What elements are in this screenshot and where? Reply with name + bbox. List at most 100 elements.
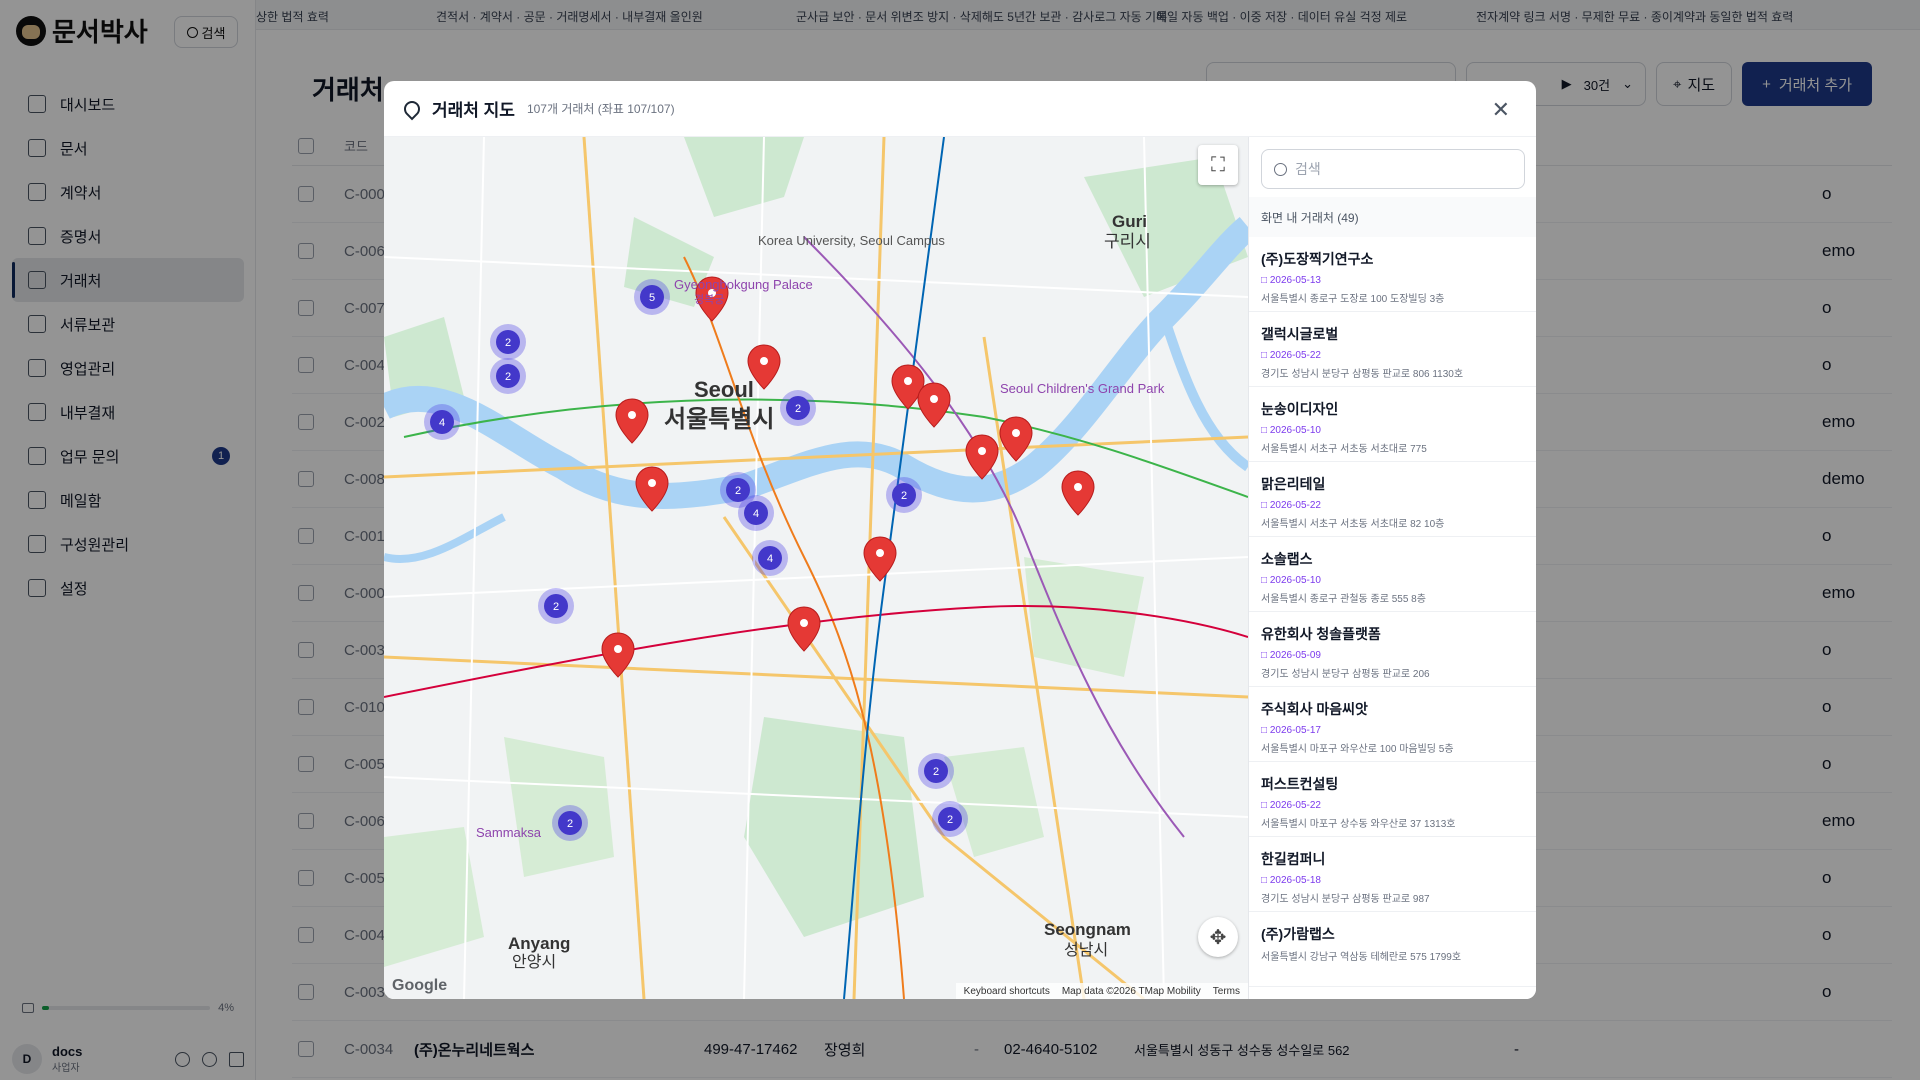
map-cluster[interactable]: 4 <box>752 540 788 576</box>
client-list-item[interactable]: 소솔랩스 □ 2026-05-10 서울특별시 종로구 관철동 종로 555 8층 <box>1249 537 1536 612</box>
client-name: 갤럭시글로벌 <box>1261 326 1339 342</box>
client-list: (주)도장찍기연구소 □ 2026-05-13 서울특별시 종로구 도장로 100 … <box>1249 237 1536 999</box>
map-cluster[interactable]: 2 <box>552 805 588 841</box>
calendar-icon: □ <box>1261 275 1270 286</box>
map-label-palace: Gyeongbokgung Palace <box>674 277 813 292</box>
map-cluster[interactable]: 2 <box>918 753 954 789</box>
map-cluster-count: 5 <box>649 292 655 304</box>
client-name: (주)도장찍기연구소 <box>1261 251 1374 267</box>
map-cluster[interactable]: 5 <box>634 279 670 315</box>
client-date-value: 2026-05-10 <box>1269 575 1321 586</box>
map-cluster[interactable]: 2 <box>780 390 816 426</box>
map-cluster-count: 2 <box>505 337 511 349</box>
map-cluster[interactable]: 2 <box>932 801 968 837</box>
client-list-item[interactable]: (주)꿈터서비스 <box>1249 987 1536 999</box>
client-name: (주)가람랩스 <box>1261 926 1335 942</box>
map-label-anyang-en: Anyang <box>508 934 570 953</box>
client-list-item[interactable]: 주식회사 마음씨앗 □ 2026-05-17 서울특별시 마포구 와우산로 100 … <box>1249 687 1536 762</box>
map-cluster-count: 2 <box>933 766 939 778</box>
client-name: 주식회사 마음씨앗 <box>1261 701 1368 717</box>
map-cluster-count: 2 <box>553 601 559 613</box>
terms-link[interactable]: Terms <box>1213 986 1240 997</box>
client-name: 눈송이디자인 <box>1261 401 1339 417</box>
client-address: 서울특별시 마포구 와우산로 100 마음빌딩 5층 <box>1261 744 1454 755</box>
client-list-item[interactable]: (주)도장찍기연구소 □ 2026-05-13 서울특별시 종로구 도장로 100 … <box>1249 237 1536 312</box>
search-icon <box>1274 162 1287 176</box>
client-date: □ 2026-05-10 <box>1261 575 1525 586</box>
map-attribution: Keyboard shortcuts Map data ©2026 TMap M… <box>955 983 1248 999</box>
client-date-value: 2026-05-22 <box>1269 500 1321 511</box>
map-svg: 522422442222 2 Seoul 서울특별시 Guri 구리시 Anyan… <box>384 137 1248 999</box>
client-date: □ 2026-05-22 <box>1261 800 1525 811</box>
calendar-icon: □ <box>1261 425 1270 436</box>
map-label-seoul-en: Seoul <box>694 377 754 402</box>
client-address: 서울특별시 마포구 상수동 와우산로 37 1313호 <box>1261 819 1456 830</box>
map-cluster[interactable]: 4 <box>738 495 774 531</box>
map-label-anyang-ko: 안양시 <box>512 952 556 971</box>
client-date: □ 2026-05-09 <box>1261 650 1525 661</box>
map-cluster-count: 2 <box>505 371 511 383</box>
map-label-seoul-ko: 서울특별시 <box>664 405 774 433</box>
map-cluster[interactable]: 2 <box>490 324 526 360</box>
map-data-label: Map data ©2026 TMap Mobility <box>1061 985 1201 997</box>
panel-search-input[interactable]: 검색 <box>1261 149 1525 189</box>
map-cluster-count: 4 <box>439 417 445 429</box>
map-label-sammaksa: Sammaksa <box>476 825 542 840</box>
client-address: 서울특별시 종로구 도장로 100 도장빌딩 3층 <box>1261 294 1445 305</box>
map-cluster-count: 2 <box>735 485 741 497</box>
map-pin-icon <box>400 97 424 120</box>
calendar-icon: □ <box>1261 650 1270 661</box>
map-cluster[interactable]: 2 <box>538 588 574 624</box>
client-date-value: 2026-05-18 <box>1269 875 1321 886</box>
client-name: 퍼스트컨설팅 <box>1261 776 1339 792</box>
fullscreen-icon[interactable]: ⛶ <box>1198 145 1238 185</box>
client-date-value: 2026-05-13 <box>1269 275 1321 286</box>
modal-subtitle: 107개 거래처 (좌표 107/107) <box>526 102 675 116</box>
map-label-children-park: Seoul Children's Grand Park <box>1000 381 1165 396</box>
calendar-icon: □ <box>1261 575 1270 586</box>
client-list-item[interactable]: 눈송이디자인 □ 2026-05-10 서울특별시 서초구 서초동 서초대로 775 <box>1249 387 1536 462</box>
map-cluster[interactable]: 4 <box>424 404 460 440</box>
client-name: 유한회사 청솔플랫폼 <box>1261 626 1381 642</box>
client-address: 경기도 성남시 분당구 삼평동 판교로 206 <box>1261 669 1430 680</box>
client-list-item[interactable]: 맑은리테일 □ 2026-05-22 서울특별시 서초구 서초동 서초대로 82 1… <box>1249 462 1536 537</box>
calendar-icon: □ <box>1261 500 1270 511</box>
visible-client-count: 화면 내 거래처 (49) <box>1249 197 1536 237</box>
keyboard-shortcuts-link[interactable]: Keyboard shortcuts <box>964 986 1050 997</box>
client-date: □ 2026-05-22 <box>1261 350 1525 361</box>
map-label-seongnam-en: Seongnam <box>1044 920 1131 939</box>
modal-title: 거래처 지도 <box>432 101 515 120</box>
client-date-value: 2026-05-10 <box>1269 425 1321 436</box>
client-name: 맑은리테일 <box>1261 476 1326 492</box>
client-list-item[interactable]: 퍼스트컨설팅 □ 2026-05-22 서울특별시 마포구 상수동 와우산로 37 … <box>1249 762 1536 837</box>
map-cluster[interactable]: 2 <box>490 358 526 394</box>
camera-control-icon[interactable]: ✥ <box>1198 917 1238 957</box>
client-list-item[interactable]: 갤럭시글로벌 □ 2026-05-22 경기도 성남시 분당구 삼평동 판교로 80… <box>1249 312 1536 387</box>
map-cluster-count: 4 <box>753 508 759 520</box>
map-client-panel: 검색 화면 내 거래처 (49) (주)도장찍기연구소 □ 2026-05-13 서… <box>1248 137 1536 999</box>
map-cluster-count: 2 <box>947 814 953 826</box>
client-list-item[interactable]: (주)가람랩스서울특별시 강남구 역삼동 테헤란로 575 1799호 <box>1249 912 1536 987</box>
client-date-value: 2026-05-22 <box>1269 800 1321 811</box>
map-canvas[interactable]: 5224224422222 Seoul 서울특별시 Guri 구리시 Anyan… <box>384 137 1248 999</box>
calendar-icon: □ <box>1261 725 1270 736</box>
close-icon[interactable]: ✕ <box>1492 97 1510 123</box>
client-date-value: 2026-05-22 <box>1269 350 1321 361</box>
map-label-seongnam-ko: 성남시 <box>1064 940 1108 959</box>
panel-search-placeholder: 검색 <box>1295 161 1321 177</box>
modal-header: 거래처 지도 107개 거래처 (좌표 107/107) ✕ <box>384 81 1536 137</box>
calendar-icon: □ <box>1261 800 1270 811</box>
map-cluster-count: 2 <box>901 490 907 502</box>
calendar-icon: □ <box>1261 350 1270 361</box>
client-list-item[interactable]: 유한회사 청솔플랫폼 □ 2026-05-09 경기도 성남시 분당구 삼평동 판교… <box>1249 612 1536 687</box>
map-cluster[interactable]: 2 <box>886 477 922 513</box>
client-address: 서울특별시 강남구 역삼동 테헤란로 575 1799호 <box>1261 952 1462 963</box>
client-map-modal: 거래처 지도 107개 거래처 (좌표 107/107) ✕ 5 2 2 4 2… <box>384 81 1536 999</box>
client-address: 서울특별시 서초구 서초동 서초대로 82 10층 <box>1261 519 1445 530</box>
client-date: □ 2026-05-18 <box>1261 875 1525 886</box>
map-cluster-count: 4 <box>767 553 773 565</box>
client-date-value: 2026-05-17 <box>1269 725 1321 736</box>
client-name: 소솔랩스 <box>1261 551 1313 567</box>
client-address: 서울특별시 서초구 서초동 서초대로 775 <box>1261 444 1427 455</box>
client-list-item[interactable]: 한길컴퍼니 □ 2026-05-18 경기도 성남시 분당구 삼평동 판교로 987 <box>1249 837 1536 912</box>
